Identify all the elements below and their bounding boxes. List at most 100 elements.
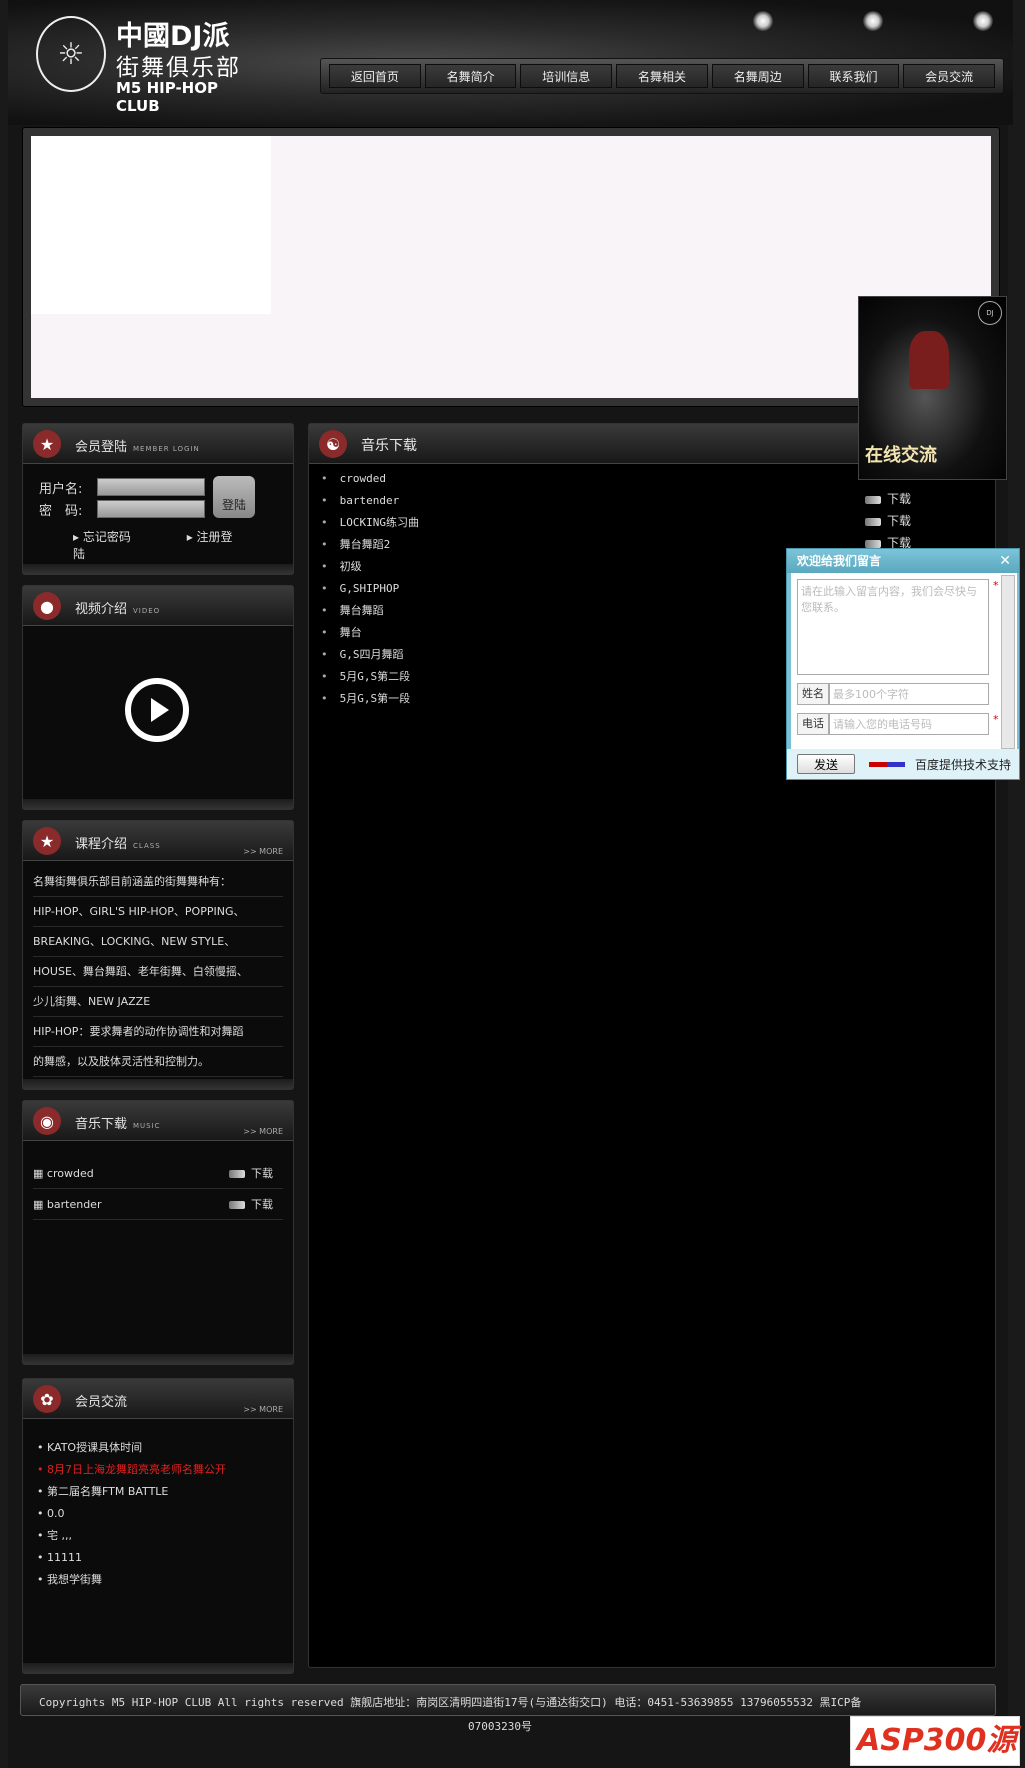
list-item[interactable]: crowded xyxy=(321,468,419,490)
message-box-footer: 发送 百度提供技术支持 xyxy=(787,749,1019,779)
panel-footer xyxy=(23,1354,293,1364)
list-item[interactable]: 舞台舞蹈2 xyxy=(321,534,419,556)
username-label: 用户名: xyxy=(39,482,83,497)
online-chat-label: 在线交流 xyxy=(865,445,937,466)
name-input[interactable] xyxy=(829,683,989,705)
video-panel-header: ● 视频介绍 VIDEO xyxy=(23,586,293,626)
course-line: BREAKING、LOCKING、NEW STYLE、 xyxy=(33,927,283,957)
list-item[interactable]: G,S四月舞蹈 xyxy=(321,644,419,666)
panel-footer xyxy=(23,799,293,809)
forgot-password-link[interactable]: ▸ 忘记密码 xyxy=(73,530,157,544)
logo-club-name: M5 HIP-HOP CLUB xyxy=(116,79,218,115)
banner-placeholder xyxy=(31,136,271,314)
nav-about[interactable]: 名舞简介 xyxy=(424,64,517,88)
breakdancer-image xyxy=(909,331,949,389)
nav-contact[interactable]: 联系我们 xyxy=(807,64,900,88)
download-icon xyxy=(865,495,881,504)
message-content-input[interactable] xyxy=(797,579,989,675)
course-panel: ★ 课程介绍 CLASS >> MORE 名舞街舞俱乐部目前涵盖的街舞舞种有： H… xyxy=(22,820,294,1090)
required-mark: * xyxy=(993,579,999,592)
nav-members[interactable]: 会员交流 xyxy=(903,64,996,88)
list-item[interactable]: 初级 xyxy=(321,556,419,578)
nav-home[interactable]: 返回首页 xyxy=(329,64,421,88)
swirl-icon: ✿ xyxy=(33,1385,61,1413)
message-box: 欢迎给我们留言 ✕ * 姓名 电话 * 发送 百度提供技术支持 xyxy=(786,548,1020,780)
course-more-link[interactable]: >> MORE xyxy=(243,847,283,856)
course-line: 名舞街舞俱乐部目前涵盖的街舞舞种有： xyxy=(33,867,283,897)
list-item[interactable]: • 8月7日上海龙舞蹈亮亮老师名舞公开 xyxy=(37,1459,226,1481)
send-button[interactable]: 发送 xyxy=(797,754,855,774)
music-more-link[interactable]: >> MORE xyxy=(243,1127,283,1136)
members-title: 会员交流 xyxy=(75,1395,128,1410)
list-item[interactable]: ▦ bartender 下载 xyxy=(33,1190,283,1220)
powered-by-text[interactable]: 百度提供技术支持 xyxy=(915,756,1011,773)
site-logo[interactable]: ☼ 中國DJ派 街舞俱乐部 M5 HIP-HOP CLUB xyxy=(30,12,260,115)
download-icon xyxy=(865,517,881,526)
banner-image[interactable] xyxy=(31,136,991,398)
list-item[interactable]: • 11111 xyxy=(37,1547,226,1569)
phone-input[interactable] xyxy=(829,713,989,735)
list-item[interactable]: 舞台舞蹈 xyxy=(321,600,419,622)
download-icon xyxy=(865,539,881,548)
nav-merch[interactable]: 名舞周边 xyxy=(711,64,804,88)
main-title: 音乐下载 xyxy=(361,438,417,454)
download-link[interactable]: 下载 xyxy=(229,1159,273,1189)
list-item[interactable]: ▦ crowded 下载 xyxy=(33,1159,283,1189)
list-item[interactable]: 5月G,S第二段 xyxy=(321,666,419,688)
header: ☼ 中國DJ派 街舞俱乐部 M5 HIP-HOP CLUB 返回首页 名舞简介 … xyxy=(8,0,1013,125)
course-line: 少儿街舞、NEW JAZZE xyxy=(33,987,283,1017)
scrollbar[interactable] xyxy=(1001,575,1015,749)
course-line: 的舞感，以及肢体灵活性和控制力。 xyxy=(33,1047,283,1077)
list-item[interactable]: G,SHIPHOP xyxy=(321,578,419,600)
login-button[interactable]: 登陆 xyxy=(213,476,255,518)
members-more-link[interactable]: >> MORE xyxy=(243,1405,283,1414)
baidu-logo-icon xyxy=(869,762,905,767)
watermark-logo: ASP300源码 xyxy=(850,1716,1020,1766)
list-item[interactable]: 舞台 xyxy=(321,622,419,644)
star-icon: ★ xyxy=(33,827,61,855)
download-link[interactable]: 下载 xyxy=(229,1190,273,1220)
close-icon[interactable]: ✕ xyxy=(999,549,1011,573)
nav-training[interactable]: 培训信息 xyxy=(520,64,613,88)
list-item[interactable]: • 第二届名舞FTM BATTLE xyxy=(37,1481,226,1503)
course-line: HIP-HOP、GIRL'S HIP-HOP、POPPING、 xyxy=(33,897,283,927)
login-panel-header: ★ 会员登陆 MEMBER LOGIN xyxy=(23,424,293,464)
members-panel-header: ✿ 会员交流 >> MORE xyxy=(23,1379,293,1419)
list-item[interactable]: • 我想学街舞 xyxy=(37,1569,226,1591)
list-item[interactable]: • KATO授课具体时间 xyxy=(37,1437,226,1459)
banner xyxy=(22,127,1000,407)
video-panel: ● 视频介绍 VIDEO xyxy=(22,585,294,810)
list-item[interactable]: 5月G,S第一段 xyxy=(321,688,419,710)
list-item[interactable]: • 0.0 xyxy=(37,1503,226,1525)
spotlight-icon xyxy=(973,11,993,31)
list-item[interactable]: LOCKING练习曲 xyxy=(321,512,419,534)
speaker-icon: ◉ xyxy=(33,1107,61,1135)
music-side-panel: ◉ 音乐下载 MUSIC >> MORE ▦ crowded 下载 ▦ barte… xyxy=(22,1100,294,1365)
music-side-header: ◉ 音乐下载 MUSIC >> MORE xyxy=(23,1101,293,1141)
download-link[interactable]: 下载 xyxy=(865,490,911,507)
course-title: 课程介绍 CLASS xyxy=(75,837,161,852)
logo-badge-icon: DJ xyxy=(978,301,1002,325)
dancer-icon: ☯ xyxy=(319,430,347,458)
download-icon xyxy=(229,1170,245,1178)
panel-footer xyxy=(23,1663,293,1673)
username-input[interactable] xyxy=(97,478,205,496)
name-label: 姓名 xyxy=(797,683,829,705)
list-item[interactable]: • 宅 ,,, xyxy=(37,1525,226,1547)
members-panel: ✿ 会员交流 >> MORE • KATO授课具体时间 • 8月7日上海龙舞蹈亮… xyxy=(22,1378,294,1674)
password-input[interactable] xyxy=(97,500,205,518)
members-list: • KATO授课具体时间 • 8月7日上海龙舞蹈亮亮老师名舞公开 • 第二届名舞… xyxy=(37,1437,226,1591)
list-item[interactable]: bartender xyxy=(321,490,419,512)
required-mark: * xyxy=(993,713,999,726)
nav-related[interactable]: 名舞相关 xyxy=(616,64,708,88)
phone-label: 电话 xyxy=(797,713,829,735)
spotlight-icon xyxy=(753,11,773,31)
online-chat-widget[interactable]: DJ 在线交流 xyxy=(858,296,1007,480)
panel-footer xyxy=(23,564,293,574)
video-title: 视频介绍 VIDEO xyxy=(75,602,161,617)
message-form: * 姓名 电话 * xyxy=(791,573,1017,753)
music-side-title: 音乐下载 MUSIC xyxy=(75,1117,161,1132)
course-line: HIP-HOP：要求舞者的动作协调性和对舞蹈 xyxy=(33,1017,283,1047)
play-icon[interactable] xyxy=(125,678,189,742)
download-link[interactable]: 下载 xyxy=(865,512,911,529)
